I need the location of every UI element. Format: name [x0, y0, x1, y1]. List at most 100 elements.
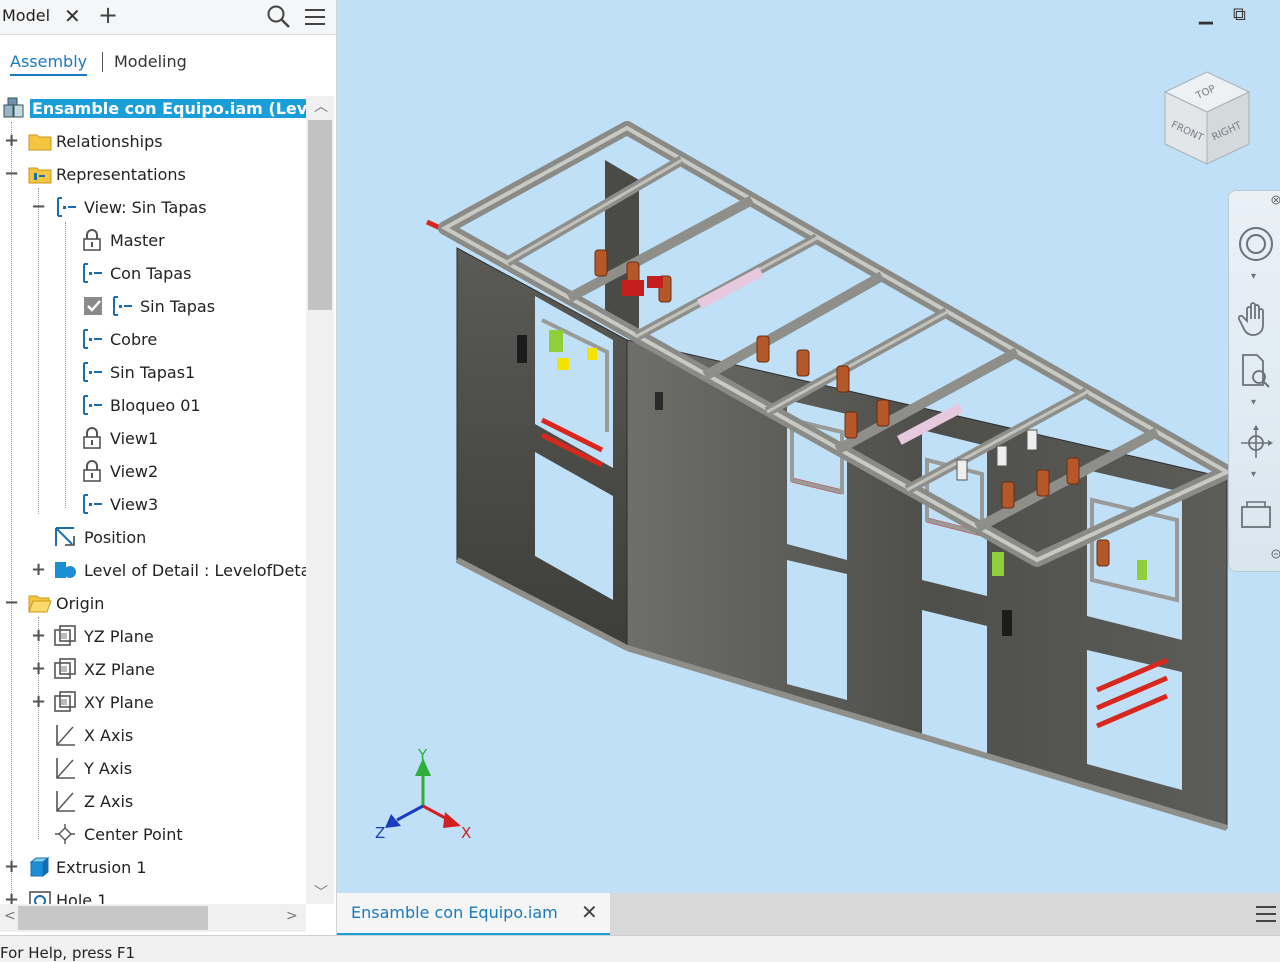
steering-wheel-icon[interactable] [1237, 225, 1275, 263]
tree-item-label: Sin Tapas [140, 297, 216, 316]
document-tab[interactable]: Ensamble con Equipo.iam ✕ [337, 893, 610, 936]
expand-toggle[interactable]: + [31, 559, 46, 580]
expand-toggle[interactable]: + [31, 691, 46, 712]
tree-item-y-axis[interactable]: Y Axis [0, 752, 306, 785]
tree-item-sin-tapas1[interactable]: Sin Tapas1 [0, 356, 306, 389]
lock-icon [83, 460, 101, 482]
dropdown-arrow-icon[interactable]: ▾ [1251, 271, 1256, 282]
close-panel-button[interactable]: ✕ [64, 4, 81, 28]
tab-assembly[interactable]: Assembly [10, 52, 88, 76]
minimize-viewport-button[interactable]: ▁ [1199, 4, 1213, 25]
position-icon [55, 527, 75, 546]
collapse-toggle[interactable]: − [31, 196, 46, 217]
expand-toggle[interactable]: + [4, 889, 19, 904]
tree-item-position[interactable]: Position [0, 521, 306, 554]
browser-tabs: Assembly Modeling [0, 44, 336, 82]
collapse-toggle[interactable]: − [4, 163, 19, 184]
tree-item-bloqueo-01[interactable]: Bloqueo 01 [0, 389, 306, 422]
tree-item-label: Origin [56, 594, 105, 613]
add-panel-button[interactable]: + [98, 1, 118, 29]
close-icon[interactable] [1271, 195, 1280, 205]
tree-item-label: View: Sin Tapas [84, 198, 207, 217]
viewcube[interactable]: TOP FRONT RIGHT [1157, 64, 1257, 168]
hamburger-menu-icon[interactable] [1255, 903, 1277, 925]
plane-icon [54, 625, 76, 646]
look-at-icon[interactable] [1237, 495, 1275, 535]
tree-item-hole-1[interactable]: + Hole 1 [0, 884, 306, 904]
vertical-scrollbar[interactable]: ︿ ﹀ [306, 96, 334, 904]
tree-item-xy-plane[interactable]: + XY Plane [0, 686, 306, 719]
folder-open-icon [28, 595, 52, 613]
axis-icon [56, 758, 75, 779]
triad-y-label: Y [417, 746, 428, 764]
level-of-detail-icon [55, 562, 76, 578]
dropdown-arrow-icon[interactable]: ▾ [1251, 397, 1256, 408]
tree-item-origin[interactable]: − Origin [0, 587, 306, 620]
tree-item-label: Extrusion 1 [56, 858, 147, 877]
pan-hand-icon[interactable] [1237, 299, 1275, 339]
tree-item-label: Representations [56, 165, 186, 184]
point-icon [55, 824, 75, 844]
scroll-thumb[interactable] [18, 906, 208, 930]
tree-item-representations[interactable]: − Representations [0, 158, 306, 191]
tree-item-sin-tapas-active[interactable]: Sin Tapas [0, 290, 306, 323]
expand-toggle[interactable]: + [31, 658, 46, 679]
view-rep-icon [83, 263, 102, 283]
orbit-icon[interactable] [1237, 423, 1275, 463]
tree-item-extrusion-1[interactable]: + Extrusion 1 [0, 851, 306, 884]
tree-item-label: View1 [110, 429, 159, 448]
tree-item-x-axis[interactable]: X Axis [0, 719, 306, 752]
view-rep-icon [57, 197, 76, 217]
axis-icon [56, 725, 75, 746]
panel-header: Model ✕ + [0, 0, 336, 35]
tree-item-view3[interactable]: View3 [0, 488, 306, 521]
tree-item-z-axis[interactable]: Z Axis [0, 785, 306, 818]
lock-icon [83, 427, 101, 449]
restore-viewport-button[interactable]: ⧉ [1233, 4, 1246, 25]
tree-item-label: Level of Detail : LevelofDeta [84, 561, 306, 580]
tree-item-label: View3 [110, 495, 159, 514]
document-tab-label[interactable]: Ensamble con Equipo.iam [351, 903, 558, 922]
tree-item-yz-plane[interactable]: + YZ Plane [0, 620, 306, 653]
expand-toggle[interactable]: + [4, 130, 19, 151]
status-text: For Help, press F1 [0, 944, 136, 962]
tree-item-con-tapas[interactable]: Con Tapas [0, 257, 306, 290]
tree-item-cobre[interactable]: Cobre [0, 323, 306, 356]
search-icon[interactable] [266, 4, 292, 30]
scroll-up-icon[interactable]: ︿ [314, 96, 328, 116]
tree-item-relationships[interactable]: + Relationships [0, 125, 306, 158]
tree-item-label: Relationships [56, 132, 163, 151]
scroll-left-icon[interactable]: < [4, 908, 16, 924]
tree-item-center-point[interactable]: Center Point [0, 818, 306, 851]
tree-item-view1[interactable]: View1 [0, 422, 306, 455]
representations-folder-icon [28, 167, 52, 184]
graphics-viewport[interactable]: ▁ ⧉ TOP FRONT RIGHT Y Z X [337, 0, 1280, 893]
tree-item-view2[interactable]: View2 [0, 455, 306, 488]
tree-item-level-of-detail[interactable]: + Level of Detail : LevelofDeta [0, 554, 306, 587]
horizontal-scrollbar[interactable]: < > [0, 904, 306, 932]
hamburger-menu-icon[interactable] [304, 6, 326, 28]
tree-item-label: Hole 1 [56, 891, 108, 904]
tree-item-xz-plane[interactable]: + XZ Plane [0, 653, 306, 686]
tree-item-label: Z Axis [84, 792, 134, 811]
tree-item-label: Cobre [110, 330, 158, 349]
tab-modeling[interactable]: Modeling [114, 52, 187, 71]
tree-item-view-sin-tapas[interactable]: − View: Sin Tapas [0, 191, 306, 224]
close-document-button[interactable]: ✕ [581, 900, 598, 924]
scroll-thumb[interactable] [308, 120, 332, 310]
assembly-icon [3, 97, 24, 118]
customize-icon[interactable] [1271, 549, 1280, 559]
tree-item-label: XY Plane [84, 693, 154, 712]
view-rep-icon [83, 494, 102, 514]
zoom-icon[interactable] [1237, 351, 1275, 391]
collapse-toggle[interactable]: − [4, 592, 19, 613]
dropdown-arrow-icon[interactable]: ▾ [1251, 469, 1256, 480]
scroll-down-icon[interactable]: ﹀ [314, 882, 328, 902]
expand-toggle[interactable]: + [31, 625, 46, 646]
lock-icon [83, 229, 101, 251]
scroll-right-icon[interactable]: > [286, 908, 298, 924]
tree-item-label: Master [110, 231, 165, 250]
expand-toggle[interactable]: + [4, 856, 19, 877]
tree-item-master[interactable]: Master [0, 224, 306, 257]
tree-item-root-assembly[interactable]: Ensamble con Equipo.iam (Lev [0, 92, 306, 125]
